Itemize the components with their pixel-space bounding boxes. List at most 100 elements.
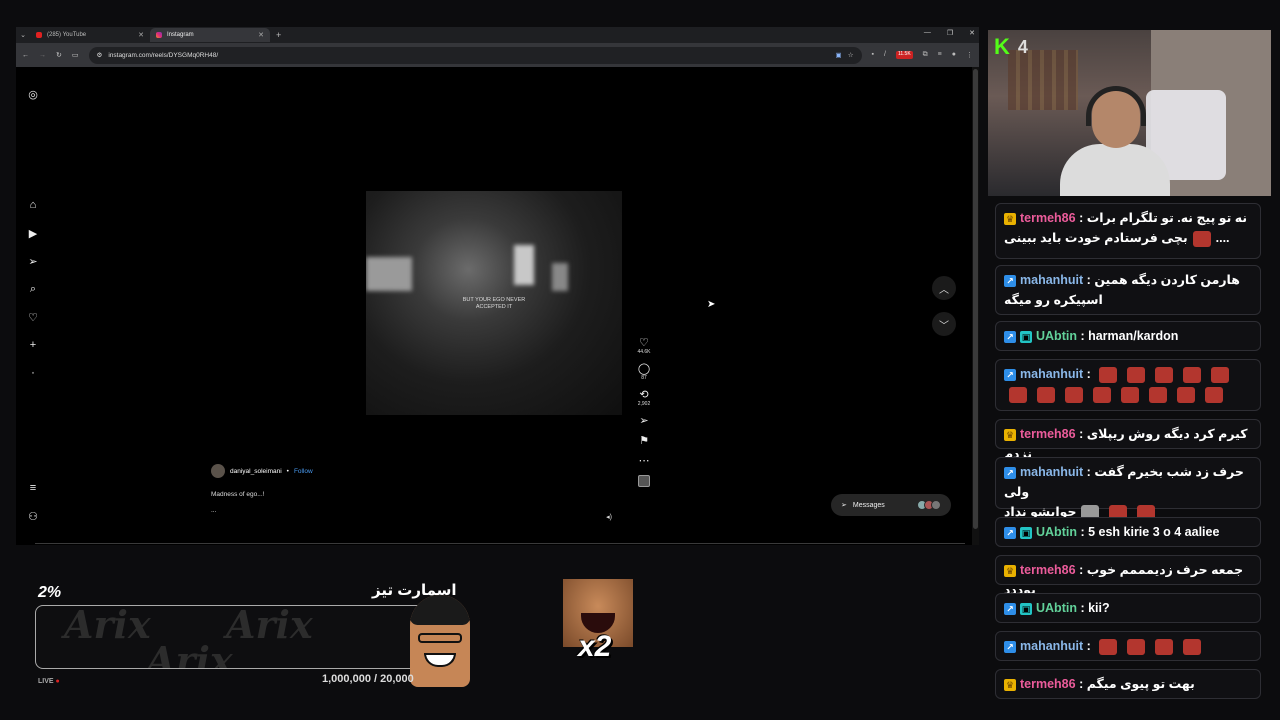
avatar[interactable] — [211, 464, 225, 478]
crown-badge-icon: ♛ — [1004, 212, 1016, 225]
url-field[interactable]: ⚙ instagram.com/reels/DYSGMq0RH48/ ▣ ☆ — [88, 46, 862, 64]
avatar-smile — [424, 653, 456, 667]
extension-icon[interactable]: ▪ — [872, 51, 874, 59]
back-icon[interactable]: ← — [22, 52, 29, 59]
chat-username[interactable]: mahanhuit — [1020, 367, 1083, 381]
previous-reel-button[interactable]: ︿ — [932, 276, 956, 300]
tab-search-icon[interactable]: ⌄ — [16, 31, 30, 39]
close-tab-icon[interactable]: ✕ — [138, 31, 144, 39]
profile-avatar-icon[interactable]: ▪ — [27, 367, 39, 379]
chat-username[interactable]: mahanhuit — [1020, 273, 1083, 287]
avatar-glasses — [418, 633, 462, 643]
verified-badge-icon: ↗ — [1004, 368, 1016, 381]
kebab-menu-icon[interactable]: ⋮ — [966, 51, 973, 59]
puzzle-icon[interactable]: ⧉ — [923, 51, 928, 59]
emote-icon — [1211, 366, 1230, 383]
reel-video[interactable]: BUT YOUR EGO NEVER ACCEPTED IT ◂) — [366, 75, 622, 533]
emote-icon — [1009, 386, 1027, 403]
emote-multiplier: x2 — [578, 630, 612, 663]
kick-counter: K 4 — [994, 34, 1028, 60]
instagram-logo-icon[interactable]: ◎ — [27, 88, 39, 101]
comment-action[interactable]: ◯ 87 — [638, 363, 650, 381]
chat-username[interactable]: termeh86 — [1020, 427, 1076, 441]
audio-thumbnail[interactable] — [638, 475, 650, 487]
new-tab-button[interactable]: + — [276, 30, 281, 40]
send-icon[interactable]: ➢ — [27, 255, 39, 268]
scrollbar-thumb[interactable] — [973, 69, 978, 529]
chat-username[interactable]: UAbtin — [1036, 329, 1077, 343]
follow-button[interactable]: Follow — [294, 468, 313, 475]
chat-message: ↗ ▣ UAbtin : harman/kardon — [995, 321, 1261, 351]
chat-message: ↗ ▣ UAbtin : kii? — [995, 593, 1261, 623]
more-menu-icon[interactable]: ≡ — [27, 482, 39, 494]
cast-icon[interactable]: ▣ — [836, 51, 842, 59]
reels-icon[interactable]: ▶ — [27, 227, 39, 240]
streamer-cartoon-avatar — [410, 595, 470, 687]
home-icon[interactable]: ⌂ — [27, 199, 39, 211]
emote-icon — [1149, 386, 1167, 403]
tab-youtube[interactable]: (285) YouTube ✕ — [30, 28, 150, 42]
tab-instagram[interactable]: Instagram ✕ — [150, 28, 270, 42]
crown-badge-icon: ♛ — [1004, 428, 1016, 441]
chevron-up-icon: ︿ — [939, 284, 949, 296]
forward-icon[interactable]: → — [39, 52, 46, 59]
tab-title: (285) YouTube — [47, 32, 87, 38]
reel-actions: ♡ 44.6K ◯ 87 ⟲ 2,902 ➢ ⚑ ⋯ — [634, 337, 654, 487]
save-action[interactable]: ⚑ — [639, 435, 649, 447]
maximize-icon[interactable]: ❐ — [947, 29, 953, 37]
sub-badge-icon: ▣ — [1020, 330, 1032, 343]
goal-bar: Arix Arix Arix — [35, 605, 465, 669]
verified-badge-icon: ↗ — [1004, 330, 1016, 343]
crown-badge-icon: ♛ — [1004, 564, 1016, 577]
video-light — [366, 257, 412, 291]
extension-icon[interactable]: / — [884, 51, 886, 59]
search-icon[interactable]: ⌕ — [27, 283, 39, 295]
profile-icon[interactable]: ● — [952, 51, 956, 59]
message-avatars — [917, 500, 941, 510]
chat-username[interactable]: termeh86 — [1020, 563, 1076, 577]
emote-icon — [1121, 386, 1139, 403]
site-info-icon[interactable]: ⚙ — [97, 51, 103, 59]
like-action[interactable]: ♡ 44.6K — [637, 337, 650, 355]
emote-icon — [1127, 638, 1146, 655]
chat-username[interactable]: UAbtin — [1036, 601, 1077, 615]
next-reel-button[interactable]: ﹀ — [932, 312, 956, 336]
verified-badge-icon: ↗ — [1004, 640, 1016, 653]
caption-more[interactable]: ... — [211, 507, 216, 514]
chat-username[interactable]: mahanhuit — [1020, 465, 1083, 479]
repost-action[interactable]: ⟲ 2,902 — [638, 389, 651, 407]
emote-icon — [1127, 366, 1146, 383]
share-action[interactable]: ➢ — [639, 415, 648, 427]
extension-badge[interactable]: 11.5K — [895, 51, 913, 59]
close-tab-icon[interactable]: ✕ — [258, 31, 264, 39]
split-view-icon[interactable]: ▭ — [72, 51, 79, 59]
reel-caption: Madness of ego...! — [211, 491, 265, 498]
emote-icon — [1065, 386, 1083, 403]
mute-icon[interactable]: ◂) — [606, 513, 612, 521]
meta-threads-icon[interactable]: ⚇ — [27, 510, 39, 523]
heart-icon[interactable]: ♡ — [27, 311, 39, 324]
tab-bar: ⌄ (285) YouTube ✕ Instagram ✕ + — ❐ ✕ — [16, 27, 979, 43]
menu-lines-icon[interactable]: ≡ — [938, 51, 942, 59]
create-icon[interactable]: + — [27, 339, 39, 351]
chat-username[interactable]: UAbtin — [1036, 525, 1077, 539]
chat-username[interactable]: termeh86 — [1020, 677, 1076, 691]
chat-text: بهت تو پیوی میگم — [1086, 677, 1195, 691]
chat-username[interactable]: termeh86 — [1020, 211, 1076, 225]
scrollbar[interactable] — [972, 67, 979, 545]
live-label: LIVE — [38, 678, 54, 685]
bookmark-star-icon[interactable]: ☆ — [848, 51, 854, 59]
likes-count: 44.6K — [637, 349, 651, 355]
avatar-hair — [410, 595, 470, 625]
messages-button[interactable]: ➢ Messages — [831, 494, 951, 516]
goal-progress: 1,000,000 / 20,000 — [322, 673, 414, 685]
username[interactable]: daniyal_soleimani — [230, 468, 282, 475]
extensions-bar: ▪ / 11.5K ⧉ ≡ ● ⋮ — [872, 51, 973, 59]
more-options[interactable]: ⋯ — [639, 455, 650, 467]
reload-icon[interactable]: ↻ — [56, 51, 62, 59]
minimize-icon[interactable]: — — [924, 29, 931, 37]
chat-text: .... — [1215, 231, 1230, 245]
chat-username[interactable]: mahanhuit — [1020, 639, 1083, 653]
chat-text: kii? — [1088, 601, 1110, 615]
close-window-icon[interactable]: ✕ — [969, 29, 975, 37]
